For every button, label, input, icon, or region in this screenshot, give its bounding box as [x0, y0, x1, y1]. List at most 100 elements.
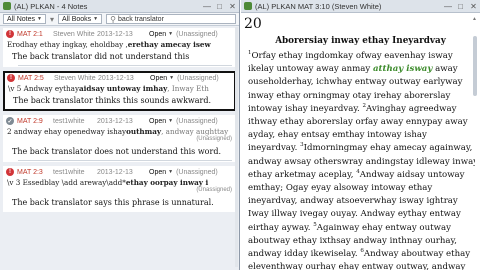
verse-line[interactable]: 1Orfay ethay ingdomkay ofway eavenhay is… [248, 50, 475, 63]
note-reference-link[interactable]: MAT 2:5 [18, 75, 54, 82]
note-author: Steven White [53, 30, 95, 38]
minimize-icon[interactable]: — [444, 2, 452, 11]
note-context: 2 andway ehay openedway ishay outhmay, a… [7, 126, 229, 136]
verse-line[interactable]: andway awsay otherswray andingstay idlew… [248, 156, 475, 169]
section-heading: Aborersiay inway ethay Ineyardvay [275, 36, 446, 46]
note-date: 2013-12-13 [97, 168, 133, 176]
note-item-selected[interactable]: ! MAT 2:5 Steven White 2013-12-13 Open ▼… [3, 71, 236, 111]
notes-scrollbar[interactable] [235, 27, 238, 267]
chapter-number: 20 [244, 16, 262, 32]
verse-line[interactable]: aboutway ethay ixthsay andway inthnay ou… [248, 235, 475, 248]
note-comment: The back translator did not understand t… [12, 52, 190, 61]
note-context: \v 3 Essedblay \add areway\add* ethay oo… [7, 177, 209, 187]
note-reference-link[interactable]: MAT 2:9 [17, 118, 53, 125]
chevron-down-icon: ▼ [37, 16, 42, 22]
chevron-down-icon[interactable]: ▼ [168, 31, 173, 37]
verse-text: Orfay ethay ingdomkay ofway eavenhay isw… [251, 51, 453, 61]
close-icon[interactable]: ✕ [470, 2, 477, 11]
note-author: test1white [53, 168, 85, 176]
note-open-icon[interactable]: ! [6, 168, 14, 176]
note-open-icon[interactable]: ! [7, 74, 15, 82]
note-assigned-to[interactable]: (Unassigned) [177, 75, 219, 82]
books-filter-select[interactable]: All Books ▼ [57, 14, 103, 24]
chevron-down-icon[interactable]: ▼ [168, 169, 173, 175]
note-author: Steven White [54, 74, 96, 82]
search-icon: ⚲ [110, 14, 116, 24]
verse-line[interactable]: andway idday ikewiselay. 6Andway aboutwa… [248, 248, 475, 261]
verse-text: away [432, 64, 458, 75]
verse-line[interactable]: Iway illway ivegay ouyay. Andway eythay … [248, 208, 475, 221]
verse-line[interactable]: intoway ishay ineyardvay. 2Avinghay agre… [248, 103, 475, 116]
verse-text: intoway ishay ineyardvay. [248, 103, 363, 114]
verse-text: Andway aboutway ethay [363, 249, 471, 260]
note-open-icon[interactable]: ! [6, 30, 14, 38]
scroll-up-icon[interactable]: ▲ [472, 16, 477, 22]
note-comment: The back translator thinks this sounds a… [13, 96, 212, 105]
verse-line[interactable]: ouseholderhay, ichwhay entway outway ear… [248, 76, 475, 89]
scripture-text[interactable]: 1Orfay ethay ingdomkay ofway eavenhay is… [241, 50, 480, 270]
divider [18, 160, 232, 161]
verse-text: ethay arketmay aceplay, [248, 169, 357, 180]
note-comment: The back translator says this phrase is … [12, 198, 214, 207]
verse-line[interactable]: inway ethay orningmay otay irehay aborer… [248, 90, 475, 103]
note-author: test1white [53, 117, 85, 125]
scroll-thumb[interactable] [473, 36, 477, 96]
search-value: back translator [117, 15, 164, 23]
verse-text: ithway ethay aborerslay orfay away ennyp… [248, 117, 468, 128]
note-item[interactable]: ✓ MAT 2:9 test1white 2013-12-13 Open ▼ (… [3, 115, 236, 162]
search-input[interactable]: ⚲ back translator [106, 14, 236, 24]
note-header: ! MAT 2:1 Steven White 2013-12-13 Open ▼… [4, 29, 235, 39]
verse-line[interactable]: eirthay ayway. 5Againway ehay entway out… [248, 222, 475, 235]
notes-window: (AL) PLKAN - 4 Notes — □ ✕ All Notes ▼ ▾… [0, 0, 240, 270]
verse-line[interactable]: ithway ethay aborerslay orfay away ennyp… [248, 116, 475, 129]
verse-line[interactable]: ineyardvay. 3Idmorningmay ehay amecay ag… [248, 142, 475, 155]
note-item[interactable]: ! MAT 2:1 Steven White 2013-12-13 Open ▼… [3, 28, 236, 67]
note-assigned-to[interactable]: (Unassigned) [176, 118, 218, 125]
maximize-icon[interactable]: □ [216, 2, 223, 11]
note-status-dropdown[interactable]: Open [150, 75, 167, 82]
note-sub-assigned: (Unassigned) [196, 136, 232, 142]
note-reference-link[interactable]: MAT 2:1 [17, 31, 53, 38]
note-assigned-to[interactable]: (Unassigned) [176, 31, 218, 38]
note-status-dropdown[interactable]: Open [149, 31, 166, 38]
maximize-icon[interactable]: □ [457, 2, 464, 11]
filter-icon[interactable]: ▾ [50, 15, 54, 24]
verse-line[interactable]: eleventhway ourhay ehay entway outway, a… [248, 261, 475, 270]
note-sub-assigned: (Unassigned) [196, 187, 232, 193]
verse-text: Avinghay agreedway [366, 103, 457, 114]
verse-line[interactable]: ayday, ehay entsay emthay intoway ishay [248, 129, 475, 142]
app-icon [244, 2, 252, 10]
verse-text: eirthay ayway. [248, 222, 314, 233]
verse-text: aboutway ethay ixthsay andway inthnay ou… [248, 235, 458, 246]
status-filter-value: All Notes [7, 15, 36, 23]
minimize-icon[interactable]: — [203, 2, 211, 11]
notes-titlebar[interactable]: (AL) PLKAN - 4 Notes — □ ✕ [0, 0, 239, 13]
verse-line[interactable]: emthay; Ogay eyay alsoway intoway ethay [248, 182, 475, 195]
note-resolved-icon[interactable]: ✓ [6, 117, 14, 125]
note-status-dropdown[interactable]: Open [149, 118, 166, 125]
close-icon[interactable]: ✕ [229, 2, 236, 11]
text-titlebar[interactable]: (AL) PLKAN MAT 3:10 (Steven White) — □ ✕ [241, 0, 480, 13]
note-reference-link[interactable]: MAT 2:3 [17, 169, 53, 176]
text-window-title: (AL) PLKAN MAT 3:10 (Steven White) [255, 1, 382, 11]
note-header: ! MAT 2:3 test1white 2013-12-13 Open ▼ (… [4, 167, 235, 177]
verse-line[interactable]: ethay arketmay aceplay, 4Andway aidsay u… [248, 169, 475, 182]
verse-text: andway awsay otherswray andingstay idlew… [248, 156, 475, 167]
chevron-down-icon[interactable]: ▼ [169, 75, 174, 81]
status-filter-select[interactable]: All Notes ▼ [3, 14, 46, 24]
chevron-down-icon[interactable]: ▼ [168, 118, 173, 124]
chevron-down-icon: ▼ [93, 16, 99, 22]
verse-text: ouseholderhay, ichwhay entway outway ear… [248, 77, 463, 88]
text-scrollbar[interactable]: ▲ [472, 16, 478, 266]
verse-line[interactable]: ikelay untoway away anmay atthay isway a… [248, 63, 475, 76]
highlighted-note-anchor[interactable]: atthay isway [373, 64, 432, 74]
verse-text: ayday, ehay entsay emthay intoway ishay [248, 130, 427, 141]
note-comment: The back translator does not understand … [12, 147, 221, 156]
note-assigned-to[interactable]: (Unassigned) [176, 169, 218, 176]
note-item[interactable]: ! MAT 2:3 test1white 2013-12-13 Open ▼ (… [3, 166, 236, 212]
verse-line[interactable]: ineyardvay, andway atsoeverwhay isway ig… [248, 195, 475, 208]
notes-filter-bar: All Notes ▼ ▾ All Books ▼ ⚲ back transla… [0, 13, 239, 26]
divider [18, 65, 232, 66]
note-context: Erodhay ethay ingkay, eholdbay , erethay… [7, 39, 211, 49]
note-status-dropdown[interactable]: Open [149, 169, 166, 176]
